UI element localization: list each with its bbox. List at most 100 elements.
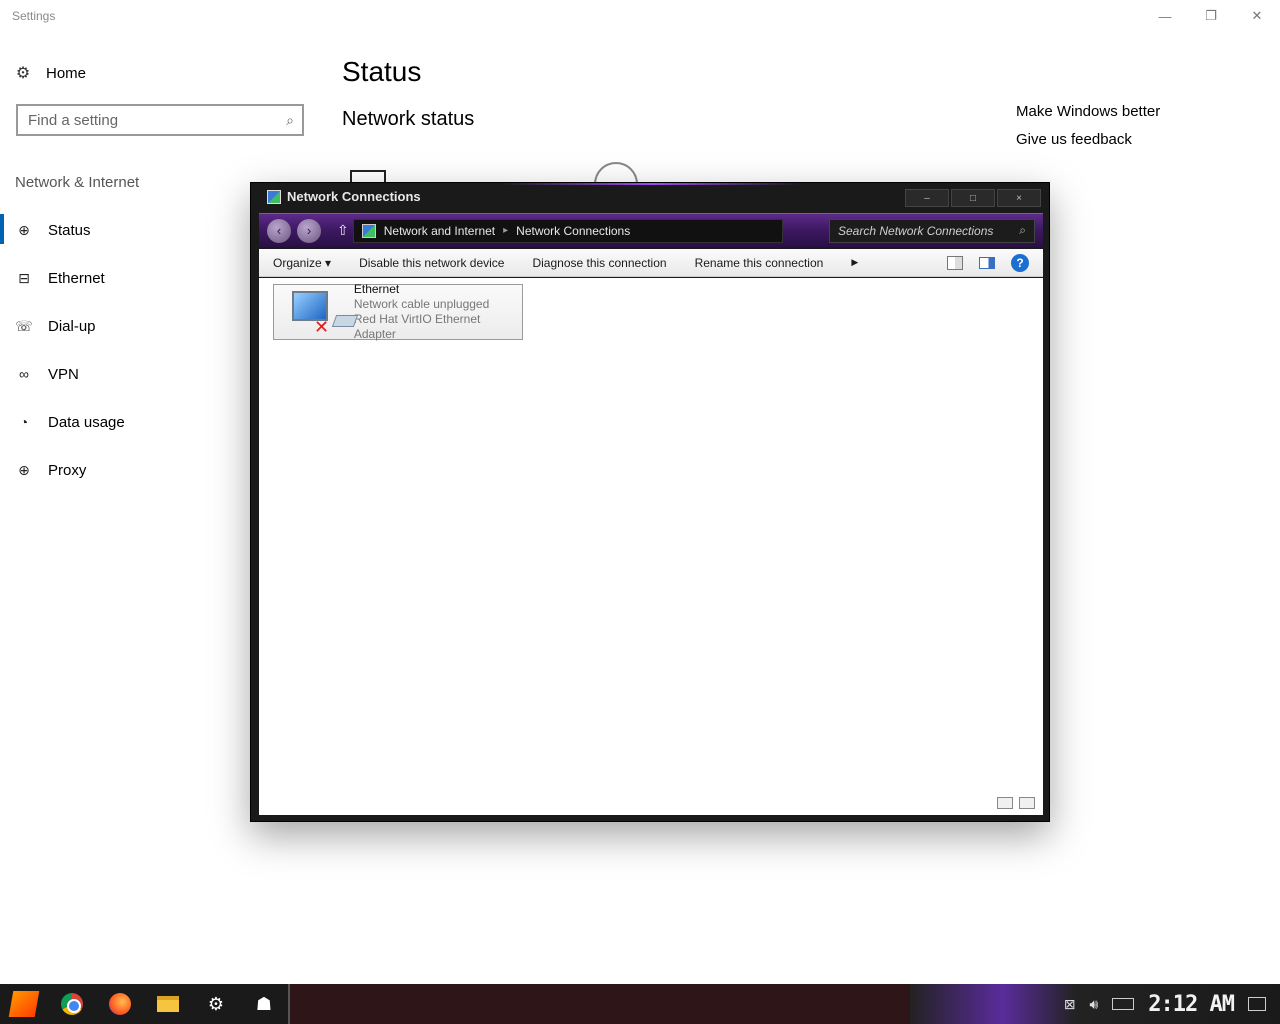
start-button[interactable] <box>0 984 48 1024</box>
view-toggle <box>997 797 1035 809</box>
network-disconnected-icon[interactable]: ⊠ <box>1064 996 1076 1013</box>
search-input[interactable]: Search Network Connections <box>838 224 1019 238</box>
system-tray: ⊠ 🔊︎ 2:12 AM <box>910 984 1280 1024</box>
search-icon: ⌕ <box>1019 223 1026 237</box>
related-links: Make Windows better Give us feedback <box>1016 102 1160 158</box>
command-bar-right: ? <box>947 253 1029 272</box>
network-connections-window: Network Connections – □ × ‹ › ⇧ Network … <box>250 182 1050 822</box>
cable-icon <box>331 315 359 327</box>
sidebar-item-vpn[interactable]: ∞ VPN <box>0 350 250 398</box>
connection-item-ethernet[interactable]: ✕ Ethernet Network cable unplugged Red H… <box>273 282 523 342</box>
sidebar-item-label: Status <box>48 221 91 239</box>
close-button[interactable]: × <box>997 189 1041 207</box>
disconnected-x-icon: ✕ <box>314 317 330 337</box>
restore-button[interactable]: ❐ <box>1188 0 1234 32</box>
dialup-icon: ☏ <box>15 317 33 334</box>
gear-icon: ⚙ <box>15 65 31 82</box>
address-bar: ‹ › ⇧ Network and Internet ▸ Network Con… <box>259 213 1043 247</box>
network-status-heading: Network status <box>342 108 475 130</box>
sidebar-item-ethernet[interactable]: ⊟ Ethernet <box>0 254 250 302</box>
search-network-connections[interactable]: Search Network Connections ⌕ <box>829 218 1035 243</box>
rename-button[interactable]: Rename this connection <box>695 256 824 270</box>
organize-label: Organize <box>273 255 322 270</box>
find-setting-search[interactable]: Find a setting ⌕ <box>16 104 304 136</box>
breadcrumb[interactable]: Network and Internet ▸ Network Connectio… <box>352 218 783 243</box>
sidebar-item-label: VPN <box>48 365 79 383</box>
globe-icon: ⊕ <box>18 221 30 238</box>
make-windows-better-heading: Make Windows better <box>1016 103 1161 120</box>
connection-status: Network cable unplugged <box>353 297 490 311</box>
sidebar-item-data-usage[interactable]: ◔ Data usage <box>0 398 250 446</box>
connection-adapter: Red Hat VirtIO Ethernet Adapter <box>353 312 481 341</box>
folder-icon <box>157 996 179 1012</box>
ethernet-icon: ⊟ <box>18 269 30 286</box>
connection-details: Ethernet Network cable unplugged Red Hat… <box>354 282 516 342</box>
back-button[interactable]: ‹ <box>267 218 291 243</box>
firefox-taskbar-button[interactable] <box>96 984 144 1024</box>
help-icon[interactable]: ? <box>1011 253 1029 272</box>
sidebar-item-label: Ethernet <box>48 269 105 287</box>
sidebar-item-label: Dial-up <box>48 317 96 335</box>
search-icon: ⌕ <box>286 111 294 128</box>
clock[interactable]: 2:12 AM <box>1148 992 1235 1017</box>
sidebar-item-label: Data usage <box>48 413 125 431</box>
globe-icon <box>594 162 638 184</box>
sidebar: ⊕ Status ⊟ Ethernet ☏ Dial-up ∞ VPN ◔ Da… <box>0 206 250 494</box>
change-view-icon[interactable] <box>947 255 963 270</box>
keyboard-icon[interactable] <box>1112 998 1135 1010</box>
up-arrow-icon[interactable]: ⇧ <box>337 222 349 239</box>
sidebar-item-dialup[interactable]: ☏ Dial-up <box>0 302 250 350</box>
window-controls: – □ × <box>905 189 1041 207</box>
sidebar-item-proxy[interactable]: ⊕ Proxy <box>0 446 250 494</box>
breadcrumb-item[interactable]: Network and Internet <box>384 224 495 238</box>
forward-button[interactable]: › <box>297 218 321 243</box>
more-commands-arrow-icon[interactable]: ▶ <box>851 257 858 268</box>
window-title-bar[interactable]: Network Connections <box>267 189 421 204</box>
chrome-icon <box>61 993 83 1015</box>
vpn-icon: ∞ <box>19 366 29 382</box>
taskbar-empty-area <box>288 984 910 1024</box>
taskbar: ⚙ ☗ ⊠ 🔊︎ 2:12 AM <box>0 984 1280 1024</box>
home-nav-item[interactable]: ⚙ Home <box>14 62 86 84</box>
chevron-down-icon: ▾ <box>321 255 332 270</box>
chrome-taskbar-button[interactable] <box>48 984 96 1024</box>
settings-window-controls: — ❐ ✕ <box>1142 0 1280 32</box>
tiles-view-icon[interactable] <box>1019 797 1035 809</box>
network-connections-icon <box>361 223 376 238</box>
settings-app-title: Settings <box>12 9 56 23</box>
close-button[interactable]: ✕ <box>1234 0 1280 32</box>
gear-icon: ⚙ <box>207 993 225 1014</box>
network-app-icon: ☗ <box>255 993 273 1014</box>
network-adapter-icon: ✕ <box>280 287 359 337</box>
details-view-icon[interactable] <box>997 797 1013 809</box>
globe-icon: ⊕ <box>18 461 30 478</box>
start-icon <box>8 991 40 1017</box>
preview-pane-icon[interactable] <box>979 256 995 269</box>
diagnose-button[interactable]: Diagnose this connection <box>532 256 666 270</box>
volume-icon[interactable]: 🔊︎ <box>1089 996 1098 1013</box>
connection-name: Ethernet <box>353 282 400 296</box>
minimize-button[interactable]: – <box>905 189 949 207</box>
window-title: Network Connections <box>287 189 421 204</box>
page-title: Status <box>342 56 422 87</box>
data-usage-icon: ◔ <box>19 414 29 430</box>
firefox-icon <box>109 993 131 1015</box>
minimize-button[interactable]: — <box>1142 0 1188 32</box>
notifications-icon[interactable] <box>1248 997 1266 1011</box>
settings-taskbar-button[interactable]: ⚙ <box>192 984 240 1024</box>
disable-device-button[interactable]: Disable this network device <box>359 256 504 270</box>
network-connections-icon <box>267 189 281 204</box>
network-taskbar-button[interactable]: ☗ <box>240 984 288 1024</box>
organize-button[interactable]: Organize ▾ <box>273 256 331 270</box>
connections-list: ✕ Ethernet Network cable unplugged Red H… <box>259 278 1043 815</box>
sidebar-item-status[interactable]: ⊕ Status <box>0 206 250 254</box>
command-bar: Organize ▾ Disable this network device D… <box>259 249 1043 277</box>
feedback-link[interactable]: Give us feedback <box>1016 130 1160 158</box>
maximize-button[interactable]: □ <box>951 189 995 207</box>
file-explorer-taskbar-button[interactable] <box>144 984 192 1024</box>
search-input[interactable]: Find a setting <box>28 112 286 129</box>
section-label: Network & Internet <box>15 174 140 191</box>
breadcrumb-item[interactable]: Network Connections <box>516 224 630 238</box>
sidebar-item-label: Proxy <box>48 461 87 479</box>
home-label: Home <box>46 64 87 82</box>
